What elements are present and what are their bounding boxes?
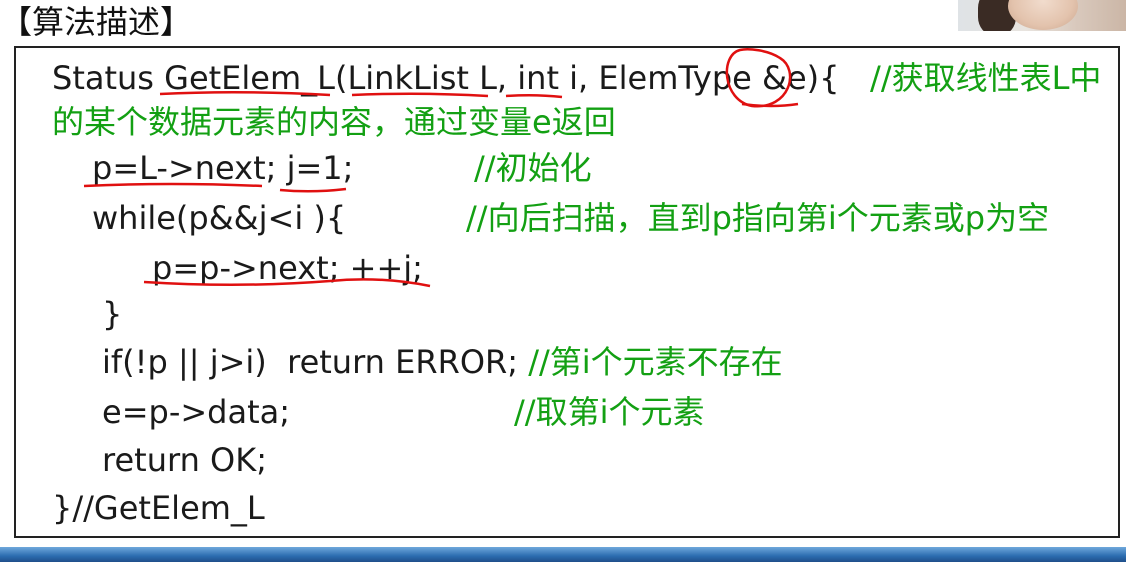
code-text: p=p->next; ++j; <box>152 249 423 287</box>
code-comment: //获取线性表L中 <box>870 59 1102 97</box>
code-line-3: p=L->next; j=1; <box>92 148 353 188</box>
code-text: if(!p || j>i) return ERROR; <box>102 343 529 381</box>
code-text: } <box>102 295 123 333</box>
code-comment: //第i个元素不存在 <box>528 343 783 381</box>
code-comment: 的某个数据元素的内容，通过变量e返回 <box>52 103 616 141</box>
code-text: }//GetElem_L <box>52 489 265 527</box>
code-line-4: while(p&&j<i ){ <box>92 198 346 238</box>
code-comment-3: //初始化 <box>474 149 592 187</box>
slide-title: 【算法描述】 <box>0 3 193 41</box>
code-text: return OK; <box>102 441 267 479</box>
code-line-1: Status GetElem_L(LinkList L, int i, Elem… <box>52 58 1101 98</box>
footer-bar <box>0 547 1126 562</box>
code-line-7: if(!p || j>i) return ERROR; //第i个元素不存在 <box>102 342 783 382</box>
code-comment-4: //向后扫描，直到p指向第i个元素或p为空 <box>466 199 1050 237</box>
code-line-5: p=p->next; ++j; <box>152 248 423 288</box>
webcam-face <box>1008 0 1078 30</box>
code-line-9: return OK; <box>102 440 267 480</box>
code-text: while(p&&j<i ){ <box>92 199 347 237</box>
code-line-10: }//GetElem_L <box>52 488 265 528</box>
code-text: e=p->data; <box>102 393 291 431</box>
code-line-2: 的某个数据元素的内容，通过变量e返回 <box>52 102 616 142</box>
code-line-6: } <box>102 294 122 334</box>
code-text: p=L->next; j=1; <box>92 149 354 187</box>
code-comment-8: //取第i个元素 <box>514 393 705 431</box>
code-text: Status GetElem_L(LinkList L, int i, Elem… <box>52 59 871 97</box>
webcam-overlay <box>958 0 1126 31</box>
code-line-8: e=p->data; <box>102 392 290 432</box>
